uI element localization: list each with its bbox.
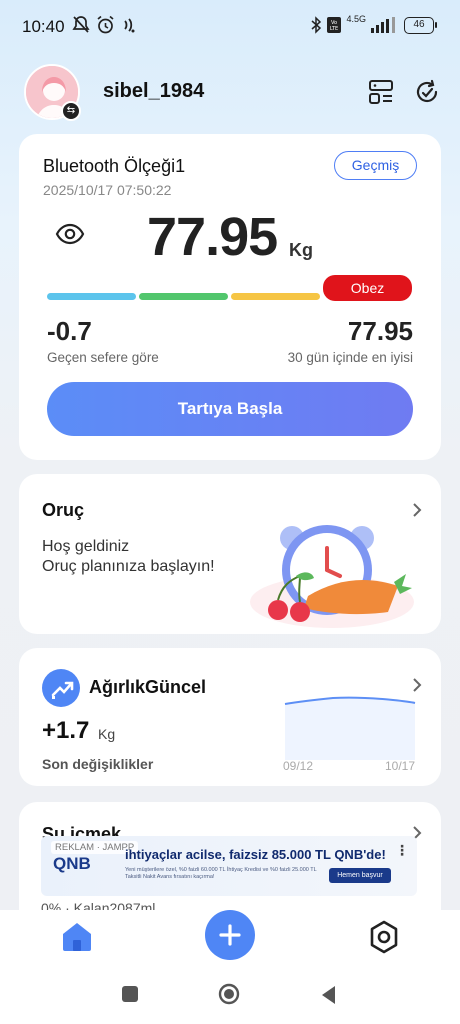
weight-sparkline <box>284 696 416 760</box>
network-type: 4.5G <box>346 14 366 24</box>
bluetooth-icon <box>311 16 322 34</box>
fasting-prompt: Oruç planınıza başlayın! <box>42 558 215 575</box>
measurement-timestamp: 2025/10/17 07:50:22 <box>43 182 172 198</box>
mute-icon <box>72 16 90 33</box>
bmi-bar-overweight <box>231 293 320 300</box>
status-left-icons <box>72 15 137 35</box>
change-label: Geçen sefere göre <box>47 350 159 365</box>
add-icon <box>219 924 241 946</box>
recent-changes-label: Son değişiklikler <box>42 756 154 772</box>
volte-icon: VoLTE <box>327 17 342 33</box>
history-button[interactable]: Geçmiş <box>334 151 417 180</box>
bmi-bar-underweight <box>47 293 136 300</box>
start-weighing-button[interactable]: Tartıya Başla <box>47 382 413 436</box>
battery-indicator: 46 <box>404 16 437 34</box>
scale-card: Bluetooth Ölçeği1 2025/10/17 07:50:22 Ge… <box>19 134 441 460</box>
add-button[interactable] <box>205 910 255 960</box>
sync-icon[interactable] <box>413 78 441 106</box>
more-options-icon[interactable]: ⋮ <box>395 842 409 859</box>
device-name: Bluetooth Ölçeği1 <box>43 156 186 176</box>
signal-icon <box>371 17 395 33</box>
app-header: ⇆ sibel_1984 <box>0 64 460 122</box>
status-time: 10:40 <box>22 17 65 36</box>
chart-start-date: 09/12 <box>283 759 314 773</box>
signal-wave-icon <box>124 18 135 33</box>
best-value: 77.95 <box>347 316 413 346</box>
eye-icon[interactable] <box>55 222 85 246</box>
weight-trend-card[interactable]: AğırlıkGüncel +1.7 Kg Son değişiklikler … <box>19 648 441 786</box>
best-label: 30 gün içinde en iyisi <box>287 350 413 365</box>
ad-cta-button[interactable]: Hemen başvur <box>329 868 391 883</box>
fasting-title: Oruç <box>42 500 85 520</box>
weight-change-value: +1.7 <box>42 717 90 744</box>
fasting-card[interactable]: Oruç Hoş geldiniz Oruç planınıza başlayı… <box>19 474 441 634</box>
weight-trend-title: AğırlıkGüncel <box>89 677 207 697</box>
ad-fine-print: Yeni müşterilere özel, %0 faizli 60.000 … <box>125 867 317 880</box>
bmi-bar-normal <box>139 293 228 300</box>
weight-value: 77.95 <box>147 207 278 267</box>
home-icon[interactable] <box>60 920 94 954</box>
switch-user-icon[interactable]: ⇆ <box>61 101 81 121</box>
bottom-nav <box>0 910 460 970</box>
trend-up-icon <box>42 669 80 707</box>
devices-icon[interactable] <box>367 78 395 106</box>
ad-banner[interactable]: REKLAM · JAMPP QNB ihtiyaçlar acilse, fa… <box>41 836 417 896</box>
ad-headline: ihtiyaçlar acilse, faizsiz 85.000 TL QNB… <box>125 847 386 862</box>
weight-unit: Kg <box>289 240 313 260</box>
fasting-welcome: Hoş geldiniz <box>42 538 130 555</box>
settings-icon[interactable] <box>366 919 402 955</box>
bmi-status-badge: Obez <box>323 275 412 301</box>
change-value: -0.7 <box>47 316 92 346</box>
status-bar: 10:40 Vo LTE 4.5G 46 <box>0 0 460 52</box>
status-right: Vo LTE 4.5G 46 <box>311 14 437 34</box>
fasting-clock-illustration <box>250 525 414 628</box>
home-button-icon[interactable] <box>218 983 240 1005</box>
recent-apps-icon[interactable] <box>121 985 139 1003</box>
back-icon[interactable] <box>320 985 338 1005</box>
weight-change-unit: Kg <box>98 726 116 742</box>
svg-text:LTE: LTE <box>330 26 338 32</box>
username: sibel_1984 <box>103 80 205 102</box>
chart-end-date: 10/17 <box>385 759 416 773</box>
system-nav-bar <box>0 970 460 1024</box>
ad-logo: QNB <box>53 854 91 873</box>
alarm-icon <box>97 15 114 34</box>
chevron-right-icon[interactable] <box>411 503 423 517</box>
